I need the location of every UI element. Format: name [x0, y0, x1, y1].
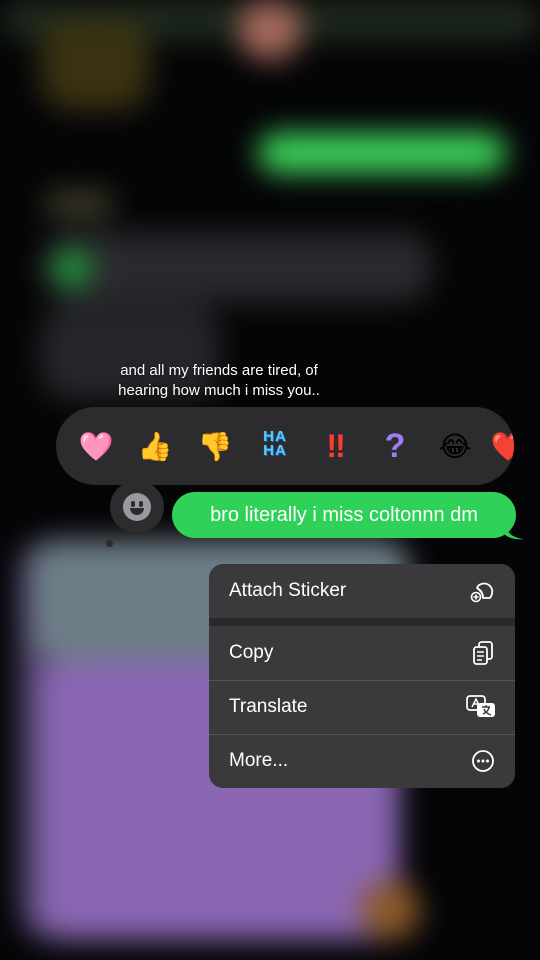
- heart-reaction-partial[interactable]: ❤️: [490, 429, 514, 465]
- blur-shape: [40, 20, 150, 110]
- caption-line-1: and all my friends are tired, of: [120, 362, 318, 379]
- menu-item-copy[interactable]: Copy: [209, 626, 515, 680]
- more-icon: [472, 750, 494, 772]
- haha-reaction[interactable]: HA HA: [257, 429, 293, 464]
- menu-item-label: Translate: [229, 696, 308, 717]
- contact-avatar-blur: [238, 0, 302, 60]
- menu-item-attach-sticker[interactable]: Attach Sticker: [209, 564, 515, 618]
- sent-message-bubble[interactable]: bro literally i miss coltonnn dm: [172, 492, 516, 538]
- question-reaction[interactable]: ?: [380, 427, 410, 465]
- menu-section-divider: [209, 618, 515, 626]
- video-caption: and all my friends are tired, of hearing…: [60, 361, 378, 401]
- sender-name-blur: [44, 190, 114, 218]
- caption-line-2: hearing how much i miss you..: [118, 382, 320, 399]
- copy-icon: [473, 641, 493, 665]
- exclamation-reaction[interactable]: ‼: [319, 427, 349, 465]
- add-emoji-reaction-button[interactable]: [110, 481, 164, 533]
- menu-item-label: Copy: [229, 642, 274, 663]
- bubble-tail: [504, 522, 524, 540]
- laughing-reaction[interactable]: 😂: [437, 429, 473, 465]
- menu-item-label: Attach Sticker: [229, 580, 347, 601]
- sent-bubble-blur: [258, 133, 506, 173]
- thumbs-up-reaction[interactable]: 👍: [137, 429, 173, 465]
- menu-item-label: More...: [229, 750, 289, 771]
- message-context-menu: Attach Sticker Copy Translate More...: [209, 564, 515, 788]
- menu-item-translate[interactable]: Translate: [209, 680, 515, 734]
- received-bubble-blur: [42, 232, 432, 302]
- haha-bottom: HA: [263, 442, 287, 459]
- tapback-reaction-bar: 🩷 👍 👎 HA HA ‼ ? 😂 ❤️: [56, 407, 514, 485]
- menu-item-more[interactable]: More...: [209, 734, 515, 788]
- sticker-icon: [470, 582, 494, 603]
- smiley-eye: [131, 501, 135, 507]
- smiley-eye: [139, 501, 143, 507]
- blur-shape: [360, 880, 420, 940]
- emoji-button-tail: [106, 540, 113, 547]
- smiley-mouth: [130, 508, 144, 515]
- thumbs-down-reaction[interactable]: 👎: [197, 429, 233, 465]
- smiley-icon: [123, 493, 151, 521]
- avatar-blur: [52, 250, 92, 286]
- heart-reaction[interactable]: 🩷: [78, 429, 114, 465]
- translate-icon: [466, 695, 495, 717]
